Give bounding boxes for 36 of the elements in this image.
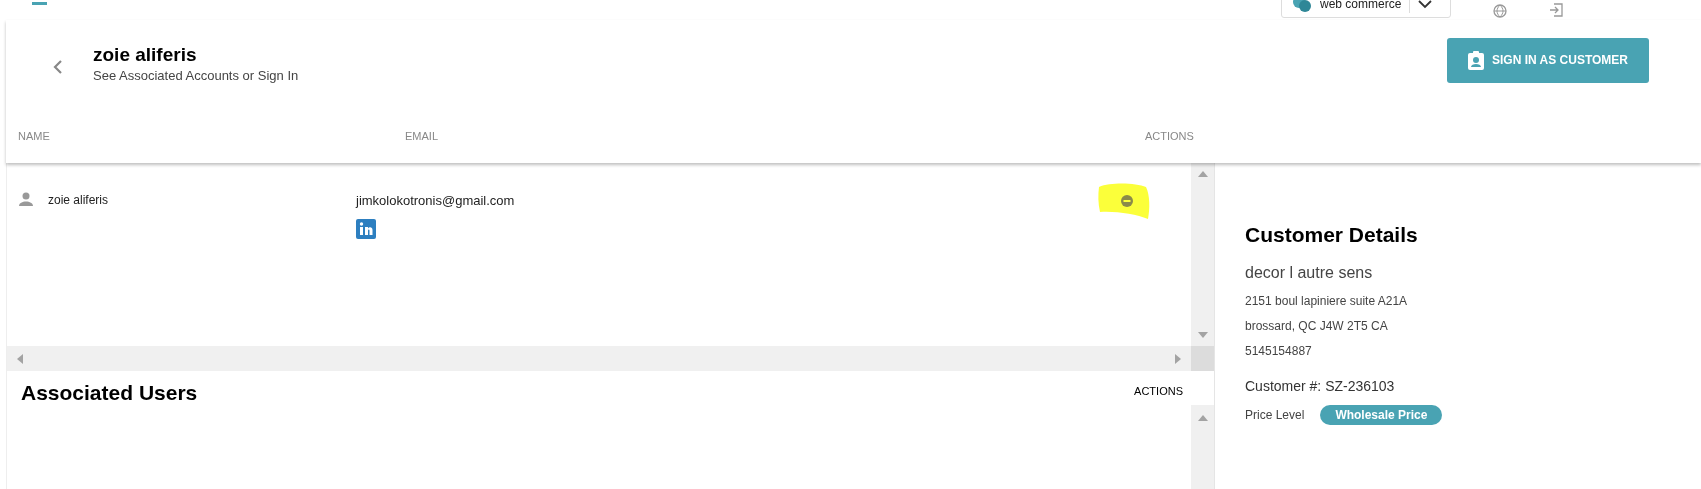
section-title: Associated Users — [21, 380, 198, 406]
column-header: EMAIL — [405, 129, 439, 145]
column-header: NAME — [18, 129, 51, 145]
scroll-up-icon[interactable] — [1197, 169, 1208, 179]
scroll-right-icon[interactable] — [1173, 353, 1183, 364]
user-email: jimkolokotronis@gmail.com — [356, 192, 516, 210]
scroll-up-icon[interactable] — [1197, 413, 1208, 423]
user-name: zoie aliferis — [48, 192, 110, 209]
address-line: 2151 boul lapiniere suite A21A — [1245, 292, 1409, 310]
price-level-label: Price Level — [1245, 406, 1305, 424]
actions-label: ACTIONS — [1134, 384, 1183, 399]
scroll-left-icon[interactable] — [15, 353, 25, 364]
remove-icon[interactable] — [1120, 194, 1134, 208]
store-selector[interactable]: web commerce — [1281, 0, 1451, 18]
id-badge-icon — [1468, 50, 1484, 70]
globe-icon[interactable] — [1493, 4, 1507, 18]
customer-number: Customer #: SZ-236103 — [1245, 376, 1396, 396]
price-level-badge: Wholesale Price — [1320, 404, 1443, 425]
scroll-down-icon[interactable] — [1197, 330, 1208, 340]
logout-icon[interactable] — [1549, 3, 1563, 17]
back-icon[interactable] — [53, 59, 63, 75]
linkedin-icon[interactable] — [356, 218, 376, 239]
store-name: web commerce — [1320, 0, 1402, 13]
address-line: brossard, QC J4W 2T5 CA — [1245, 317, 1389, 335]
horizontal-scrollbar[interactable] — [7, 346, 1191, 371]
vertical-scrollbar[interactable] — [1191, 405, 1214, 489]
circles-logo-icon — [1292, 0, 1312, 13]
panel-title: Customer Details — [1245, 222, 1419, 248]
chevron-down-icon[interactable] — [1418, 0, 1433, 9]
person-icon — [19, 192, 33, 206]
column-header: ACTIONS — [1145, 129, 1194, 145]
company-name: decor l autre sens — [1245, 262, 1374, 283]
page-subtitle: See Associated Accounts or Sign In — [93, 67, 299, 86]
page-title: zoie aliferis — [93, 44, 198, 67]
address-line: 5145154887 — [1245, 342, 1313, 360]
vertical-scrollbar[interactable] — [1191, 163, 1214, 346]
